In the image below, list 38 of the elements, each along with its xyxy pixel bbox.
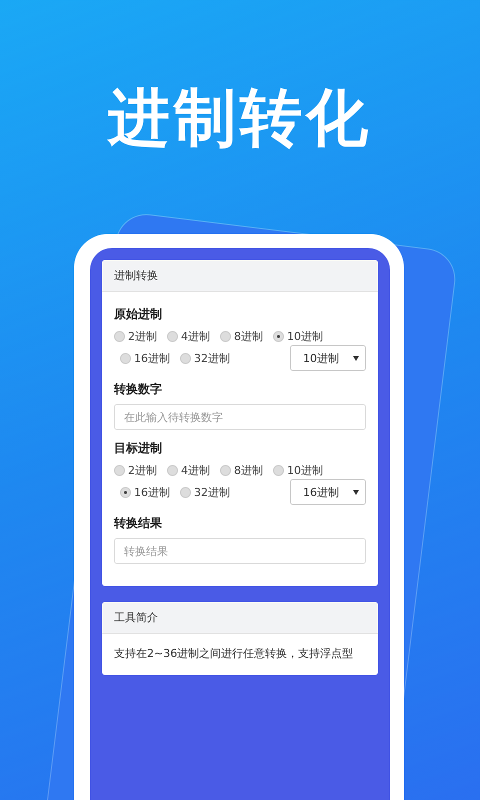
radio-button[interactable] <box>273 465 284 476</box>
radio-option[interactable]: 10进制 <box>273 463 323 478</box>
radio-button[interactable] <box>167 331 178 342</box>
section-label: 转换数字 <box>114 381 163 398</box>
radio-button[interactable] <box>120 486 131 498</box>
section-label: 原始进制 <box>114 306 163 323</box>
radio-option[interactable]: 2进制 <box>114 463 157 478</box>
radio-option[interactable]: 4进制 <box>167 329 210 344</box>
radio-button[interactable] <box>180 352 191 364</box>
card-title: 进制转换 <box>102 260 378 292</box>
result-field[interactable]: 转换结果 <box>114 538 366 564</box>
radio-button[interactable] <box>220 465 231 476</box>
section-label: 目标进制 <box>114 440 163 457</box>
radio-option[interactable]: 2进制 <box>114 329 157 344</box>
radio-option[interactable]: 32进制 <box>180 484 230 500</box>
radio-button[interactable] <box>167 465 178 476</box>
section-label: 转换结果 <box>114 515 163 532</box>
radio-option[interactable]: 10进制 <box>273 329 323 344</box>
radio-button[interactable] <box>114 465 125 476</box>
radio-button[interactable] <box>273 331 284 342</box>
caret-icon <box>353 490 359 494</box>
hero-title: 进制转化 <box>106 80 373 156</box>
radio-option[interactable]: 16进制 <box>120 484 170 500</box>
card-title: 工具简介 <box>102 602 378 634</box>
radio-button[interactable] <box>120 352 131 364</box>
radio-button[interactable] <box>180 486 191 498</box>
radio-button[interactable] <box>220 331 231 342</box>
base-dropdown[interactable]: 10进制 <box>290 345 366 371</box>
radio-option[interactable]: 16进制 <box>120 350 170 366</box>
caret-icon <box>353 356 359 360</box>
radio-option[interactable]: 8进制 <box>220 329 263 344</box>
radio-button[interactable] <box>114 331 125 342</box>
radio-option[interactable]: 8进制 <box>220 463 263 478</box>
radio-option[interactable]: 32进制 <box>180 350 230 366</box>
base-dropdown[interactable]: 16进制 <box>290 479 366 505</box>
radio-option[interactable]: 4进制 <box>167 463 210 478</box>
number-input-field[interactable]: 在此输入待转换数字 <box>114 404 366 430</box>
intro-text: 支持在2~36进制之间进行任意转换，支持浮点型 <box>113 646 354 662</box>
